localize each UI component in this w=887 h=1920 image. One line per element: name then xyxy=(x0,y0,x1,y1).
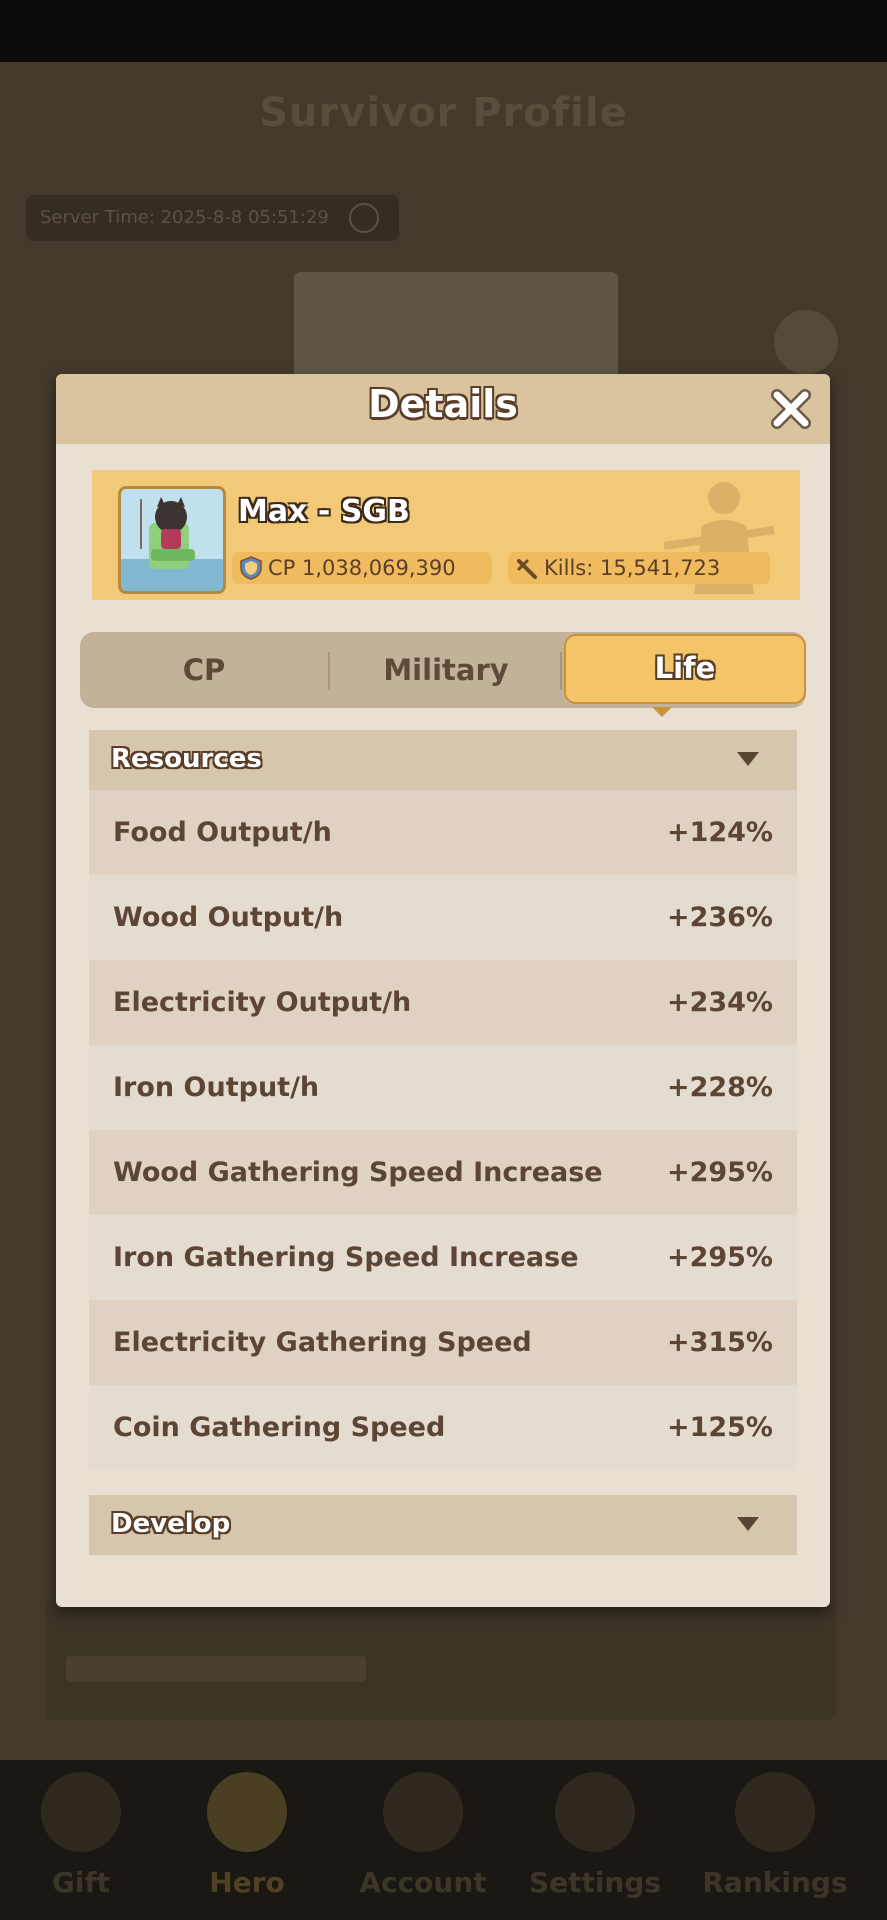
stat-label: Iron Gathering Speed Increase xyxy=(113,1242,579,1273)
section-title: Resources xyxy=(111,744,262,774)
tab-military[interactable]: Military xyxy=(328,632,564,708)
background-avatar xyxy=(774,310,838,374)
modal-title: Details xyxy=(368,382,518,426)
stat-label: Coin Gathering Speed xyxy=(113,1412,446,1443)
details-modal: Details Max - SGB CP 1,038,069,390 Kills… xyxy=(56,374,830,1607)
stat-row-coin-gathering: Coin Gathering Speed +125% xyxy=(89,1385,797,1470)
tab-cp[interactable]: CP xyxy=(80,632,328,708)
section-header-develop[interactable]: Develop xyxy=(89,1495,797,1555)
hero-icon xyxy=(207,1772,287,1852)
close-button[interactable] xyxy=(768,386,814,432)
close-icon xyxy=(771,389,811,429)
stat-value: +124% xyxy=(666,817,773,848)
stat-value: +234% xyxy=(666,987,773,1018)
active-tab-pointer xyxy=(652,707,672,717)
nav-item-settings[interactable]: Settings xyxy=(520,1772,670,1912)
stat-label: Wood Output/h xyxy=(113,902,344,933)
nav-label: Hero xyxy=(209,1866,285,1899)
section-header-resources[interactable]: Resources xyxy=(89,730,797,790)
kills-badge: Kills: 15,541,723 xyxy=(508,552,770,584)
kills-value: Kills: 15,541,723 xyxy=(544,556,721,580)
stat-value: +236% xyxy=(666,902,773,933)
section-title: Develop xyxy=(111,1509,231,1539)
stat-row-food-output: Food Output/h +124% xyxy=(89,790,797,875)
sword-icon xyxy=(517,559,537,579)
tab-bar: CP Military Life xyxy=(80,632,806,708)
nav-item-hero[interactable]: Hero xyxy=(172,1772,322,1912)
stat-value: +315% xyxy=(666,1327,773,1358)
stat-label: Food Output/h xyxy=(113,817,332,848)
stat-value: +228% xyxy=(666,1072,773,1103)
tab-divider xyxy=(560,652,562,690)
stat-value: +125% xyxy=(666,1412,773,1443)
cp-badge: CP 1,038,069,390 xyxy=(232,552,492,584)
gear-icon xyxy=(555,1772,635,1852)
stat-label: Iron Output/h xyxy=(113,1072,320,1103)
nav-label: Settings xyxy=(528,1866,662,1899)
stat-value: +295% xyxy=(666,1157,773,1188)
stat-row-iron-output: Iron Output/h +228% xyxy=(89,1045,797,1130)
shield-icon xyxy=(240,556,262,580)
server-time: Server Time: 2025-8-8 05:51:29 xyxy=(26,195,399,241)
stat-row-wood-output: Wood Output/h +236% xyxy=(89,875,797,960)
stat-label: Electricity Output/h xyxy=(113,987,412,1018)
avatar-image xyxy=(121,497,223,591)
rankings-icon xyxy=(735,1772,815,1852)
player-name: Max - SGB xyxy=(238,494,410,529)
status-bar xyxy=(0,0,887,62)
server-time-label: Server Time: 2025-8-8 05:51:29 xyxy=(40,207,329,228)
tab-life[interactable]: Life xyxy=(564,634,806,704)
stat-value: +295% xyxy=(666,1242,773,1273)
nav-label: Gift xyxy=(51,1866,111,1899)
stat-row-electricity-output: Electricity Output/h +234% xyxy=(89,960,797,1045)
nav-label: Account xyxy=(359,1866,487,1899)
stat-label: Wood Gathering Speed Increase xyxy=(113,1157,603,1188)
nav-label: Rankings xyxy=(702,1866,848,1899)
stat-row-electricity-gathering: Electricity Gathering Speed +315% xyxy=(89,1300,797,1385)
info-icon xyxy=(348,203,379,233)
stat-row-wood-gathering: Wood Gathering Speed Increase +295% xyxy=(89,1130,797,1215)
chevron-down-icon[interactable] xyxy=(737,752,759,766)
chevron-down-icon[interactable] xyxy=(737,1517,759,1531)
account-icon xyxy=(383,1772,463,1852)
background-panel-text xyxy=(66,1656,366,1682)
background-title: Survivor Profile xyxy=(259,90,628,136)
nav-item-rankings[interactable]: Rankings xyxy=(700,1772,850,1912)
cp-value: CP 1,038,069,390 xyxy=(268,556,456,580)
gift-icon xyxy=(41,1772,121,1852)
avatar[interactable] xyxy=(118,486,226,594)
stat-label: Electricity Gathering Speed xyxy=(113,1327,532,1358)
nav-item-gift[interactable]: Gift xyxy=(6,1772,156,1912)
nav-item-account[interactable]: Account xyxy=(348,1772,498,1912)
stat-row-iron-gathering: Iron Gathering Speed Increase +295% xyxy=(89,1215,797,1300)
